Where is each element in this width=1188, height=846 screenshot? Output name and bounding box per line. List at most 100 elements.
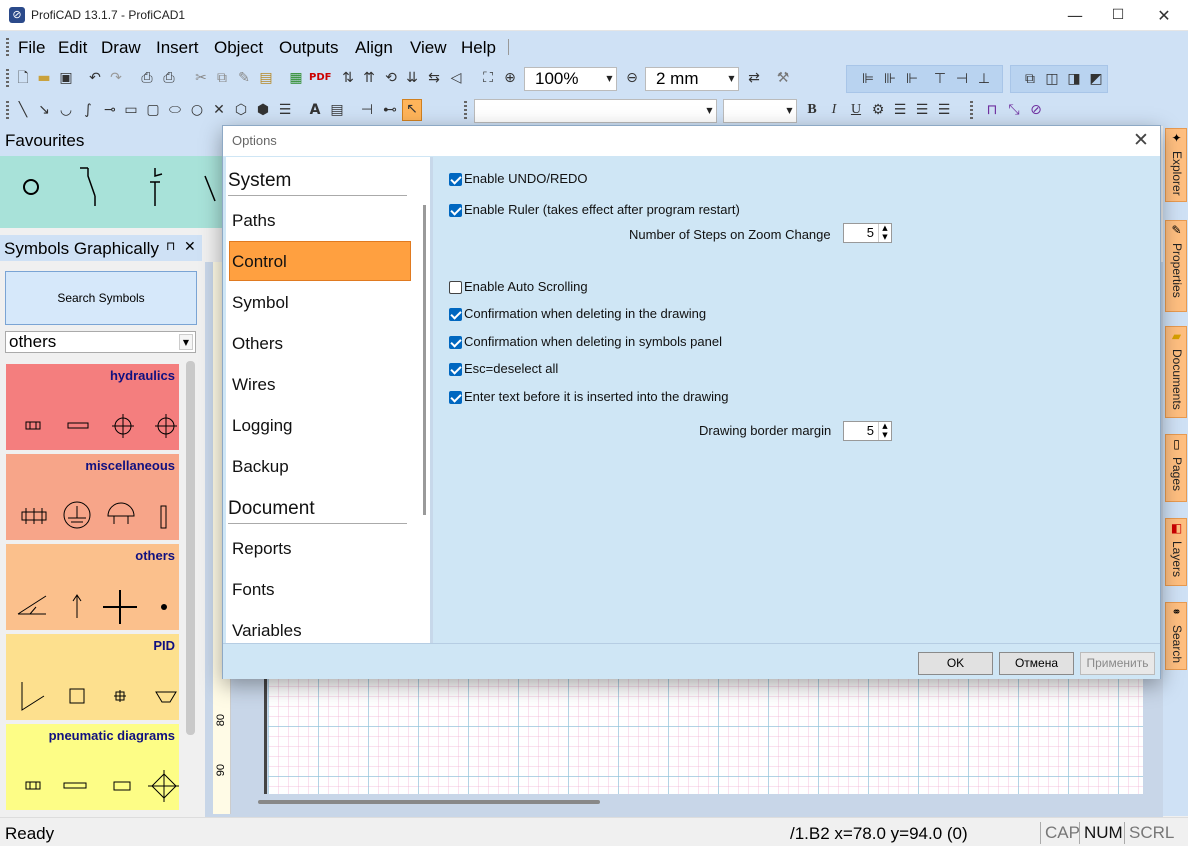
export-pdf-icon[interactable]: PDF — [309, 69, 331, 87]
category-symbols[interactable] — [6, 590, 179, 624]
nav-item-control[interactable]: Control — [232, 252, 287, 272]
align-right-icon[interactable]: ⊩ — [903, 70, 921, 88]
category-miscellaneous[interactable]: miscellaneous — [6, 454, 179, 540]
search-symbols-button[interactable]: Search Symbols — [5, 271, 197, 325]
zoom-in-icon[interactable]: ⊕ — [501, 69, 519, 87]
mirror-icon[interactable]: ⇆ — [425, 69, 443, 87]
toolbar-grip[interactable] — [970, 101, 973, 121]
category-pid[interactable]: PID — [6, 634, 179, 720]
category-symbols[interactable] — [6, 770, 179, 804]
align-text-left-icon[interactable]: ☰ — [891, 101, 909, 119]
menu-view[interactable]: View — [410, 38, 447, 58]
toolbar-grip[interactable] — [6, 101, 9, 121]
spin-up-icon[interactable]: ▲ — [878, 224, 891, 233]
chevron-down-icon[interactable]: ▼ — [179, 334, 193, 350]
enter-text-checkbox[interactable] — [449, 391, 462, 404]
underline-icon[interactable]: U — [847, 101, 865, 119]
save-icon[interactable]: ▣ — [57, 69, 75, 87]
undo-icon[interactable]: ↶ — [86, 69, 104, 87]
category-select[interactable]: others ▼ — [5, 331, 196, 353]
curve-icon[interactable]: ∫ — [79, 101, 97, 119]
chevron-down-icon[interactable]: ▼ — [703, 100, 716, 122]
align-top-icon[interactable]: ⊤ — [931, 70, 949, 88]
align-middle-icon[interactable]: ⊣ — [953, 70, 971, 88]
menu-help[interactable]: Help — [461, 38, 496, 58]
category-symbols[interactable] — [6, 500, 179, 534]
circle-icon[interactable]: ○ — [188, 101, 206, 119]
measure-icon[interactable]: ⤡ — [1005, 101, 1023, 119]
undo-redo-checkbox[interactable] — [449, 173, 462, 186]
format-painter-icon[interactable]: ✎ — [235, 69, 253, 87]
print-preview-icon[interactable]: ⎙ — [138, 69, 156, 87]
swap-icon[interactable]: ⇄ — [745, 69, 763, 87]
font-size-combo[interactable]: ▼ — [723, 99, 797, 123]
cancel-button[interactable]: Отмена — [999, 652, 1074, 675]
nav-item-logging[interactable]: Logging — [232, 416, 293, 436]
menu-file[interactable]: File — [18, 38, 45, 58]
menu-object[interactable]: Object — [214, 38, 263, 58]
canvas-horizontal-scrollbar[interactable] — [258, 800, 600, 804]
flip-up-icon[interactable]: ⇈ — [360, 69, 378, 87]
menu-draw[interactable]: Draw — [101, 38, 141, 58]
text-icon[interactable]: A — [306, 101, 324, 119]
junction-icon[interactable]: ⊷ — [381, 101, 399, 119]
dock-tab-layers[interactable]: ◧ Layers — [1165, 518, 1187, 586]
auto-scroll-checkbox[interactable] — [449, 281, 462, 294]
new-file-icon[interactable]: 🗋 — [14, 69, 32, 87]
menu-edit[interactable]: Edit — [58, 38, 87, 58]
align-text-right-icon[interactable]: ☰ — [935, 101, 953, 119]
nav-item-symbol[interactable]: Symbol — [232, 293, 289, 313]
open-folder-icon[interactable]: ▬ — [35, 69, 53, 87]
line-icon[interactable]: ╲ — [14, 101, 32, 119]
category-hydraulics[interactable]: hydraulics — [6, 364, 179, 450]
select-arrow-icon[interactable]: ↖ — [402, 99, 422, 121]
confirm-delete-symbols-checkbox[interactable] — [449, 336, 462, 349]
polygon-icon[interactable]: ⬢ — [254, 101, 272, 119]
close-panel-icon[interactable]: ✕ — [184, 239, 196, 255]
text-box-icon[interactable]: ▤ — [328, 101, 346, 119]
rectangle-icon[interactable]: ▭ — [122, 101, 140, 119]
send-backward-icon[interactable]: ◩ — [1087, 70, 1105, 88]
bezier-icon[interactable]: ⊸ — [101, 101, 119, 119]
dock-tab-explorer[interactable]: ✦ Explorer — [1165, 128, 1187, 202]
spin-down-icon[interactable]: ▼ — [878, 431, 891, 440]
export-image-icon[interactable]: ▦ — [287, 69, 305, 87]
ellipse-icon[interactable]: ⬭ — [166, 101, 184, 119]
flip-vertical-icon[interactable]: ⇅ — [339, 69, 357, 87]
zoom-steps-spinner[interactable]: 5 ▲ ▼ — [843, 223, 892, 243]
flip-down-icon[interactable]: ⇊ — [403, 69, 421, 87]
zoom-fit-icon[interactable]: ⛶ — [479, 69, 497, 87]
ok-button[interactable]: OK — [918, 652, 993, 675]
maximize-button[interactable]: ☐ — [1095, 0, 1141, 31]
font-settings-icon[interactable]: ⚙ — [869, 101, 887, 119]
border-margin-spinner[interactable]: 5 ▲ ▼ — [843, 421, 892, 441]
cross-icon[interactable]: ✕ — [210, 101, 228, 119]
chevron-down-icon[interactable]: ▼ — [725, 68, 738, 90]
esc-deselect-checkbox[interactable] — [449, 363, 462, 376]
chevron-down-icon[interactable]: ▼ — [603, 68, 616, 90]
align-left-icon[interactable]: ⊫ — [859, 70, 877, 88]
redo-icon[interactable]: ↷ — [107, 69, 125, 87]
nav-scrollbar[interactable] — [423, 205, 426, 515]
align-text-center-icon[interactable]: ☰ — [913, 101, 931, 119]
symbols-scrollbar[interactable] — [186, 361, 195, 735]
menu-align[interactable]: Align — [355, 38, 393, 58]
nav-item-backup[interactable]: Backup — [232, 457, 289, 477]
bold-icon[interactable]: B — [803, 101, 821, 119]
toolbar-grip[interactable] — [6, 69, 9, 89]
rotate-icon[interactable]: ⟲ — [382, 69, 400, 87]
rounded-rect-icon[interactable]: ▢ — [144, 101, 162, 119]
category-symbols[interactable] — [6, 680, 179, 714]
chevron-down-icon[interactable]: ▼ — [783, 100, 796, 122]
nav-item-fonts[interactable]: Fonts — [232, 580, 275, 600]
cut-icon[interactable]: ✂ — [192, 69, 210, 87]
close-window-button[interactable]: ✕ — [1141, 0, 1187, 31]
arc-icon[interactable]: ◡ — [57, 101, 75, 119]
nav-item-variables[interactable]: Variables — [232, 621, 302, 641]
nav-item-wires[interactable]: Wires — [232, 375, 275, 395]
dialog-close-icon[interactable]: ✕ — [1133, 129, 1149, 151]
copy-icon[interactable]: ⧉ — [213, 69, 231, 87]
ruler-checkbox[interactable] — [449, 204, 462, 217]
pin-icon[interactable]: ⊓ — [166, 239, 175, 253]
category-symbols[interactable] — [6, 410, 179, 444]
